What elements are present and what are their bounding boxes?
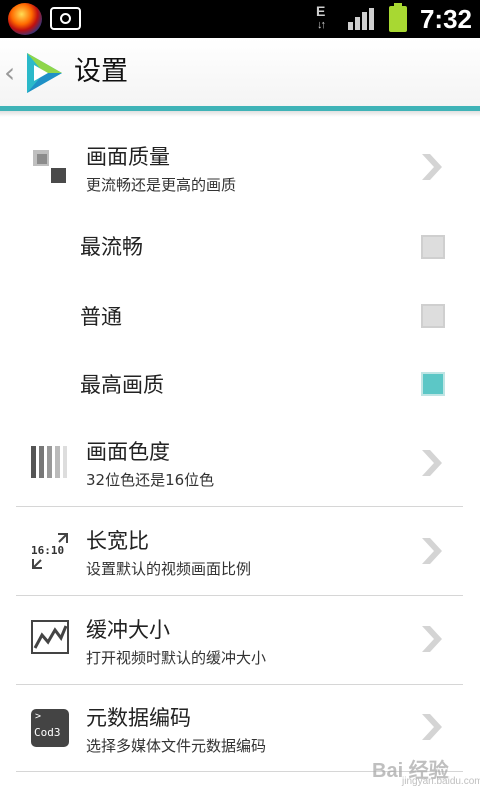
setting-subtitle: 设置默认的视频画面比例 — [86, 560, 252, 578]
status-bar: E ↓↑ 7:32 — [0, 0, 480, 38]
header-shadow — [0, 111, 480, 117]
signal-bars-icon — [348, 8, 374, 30]
option-label: 普通 — [80, 305, 122, 329]
option-label: 最高画质 — [80, 373, 164, 397]
setting-aspect-ratio[interactable]: 16:10 长宽比 设置默认的视频画面比例 — [0, 507, 480, 595]
app-header: ‹ 设置 — [0, 38, 480, 108]
setting-subtitle: 打开视频时默认的缓冲大小 — [86, 649, 267, 667]
clock-time: 7:32 — [419, 4, 472, 34]
setting-buffer-size[interactable]: 缓冲大小 打开视频时默认的缓冲大小 — [0, 596, 480, 684]
setting-title: 长宽比 — [86, 529, 149, 553]
aspect-ratio-icon: 16:10 — [30, 531, 70, 571]
camera-icon — [50, 7, 81, 30]
setting-title: 元数据编码 — [86, 706, 191, 730]
quality-option-highest[interactable]: 最高画质 — [0, 360, 480, 410]
chevron-right-icon — [422, 626, 442, 652]
option-checkbox-checked[interactable] — [421, 372, 445, 396]
watermark-sub: jingyan.baidu.com — [402, 776, 480, 787]
chevron-right-icon — [422, 538, 442, 564]
network-type-label: E — [316, 3, 326, 19]
option-checkbox[interactable] — [421, 304, 445, 328]
buffer-graph-icon — [31, 620, 69, 654]
watermark: Bai 经验 jingyan.baidu.com — [372, 752, 480, 788]
setting-subtitle: 更流畅还是更高的画质 — [86, 176, 237, 194]
setting-title: 缓冲大小 — [86, 618, 170, 642]
chevron-right-icon — [422, 154, 442, 180]
setting-color-depth[interactable]: 画面色度 32位色还是16位色 — [0, 428, 480, 506]
setting-subtitle: 32位色还是16位色 — [86, 471, 215, 489]
battery-icon — [389, 3, 407, 32]
setting-subtitle: 选择多媒体文件元数据编码 — [86, 737, 267, 755]
codec-icon: > Cod3 — [31, 709, 69, 747]
codec-icon-label: Cod3 — [34, 726, 61, 739]
chevron-right-icon — [422, 714, 442, 740]
setting-title: 画面色度 — [86, 440, 170, 464]
option-checkbox[interactable] — [421, 235, 445, 259]
color-bars-icon — [31, 446, 67, 478]
network-type-icon: E ↓↑ — [316, 3, 326, 31]
app-logo-orb-icon — [8, 3, 42, 35]
quality-option-smoothest[interactable]: 最流畅 — [0, 222, 480, 272]
setting-quality[interactable]: 画面质量 更流畅还是更高的画质 — [0, 132, 480, 202]
option-label: 最流畅 — [80, 235, 143, 259]
chevron-right-icon — [422, 450, 442, 476]
setting-title: 画面质量 — [86, 145, 170, 169]
quality-squares-icon — [33, 150, 66, 183]
back-chevron-icon[interactable]: ‹ — [4, 56, 15, 89]
page-title: 设置 — [74, 56, 128, 87]
aspect-ratio-icon-label: 16:10 — [31, 544, 65, 557]
quality-option-normal[interactable]: 普通 — [0, 292, 480, 342]
player-logo-icon[interactable] — [22, 49, 68, 97]
